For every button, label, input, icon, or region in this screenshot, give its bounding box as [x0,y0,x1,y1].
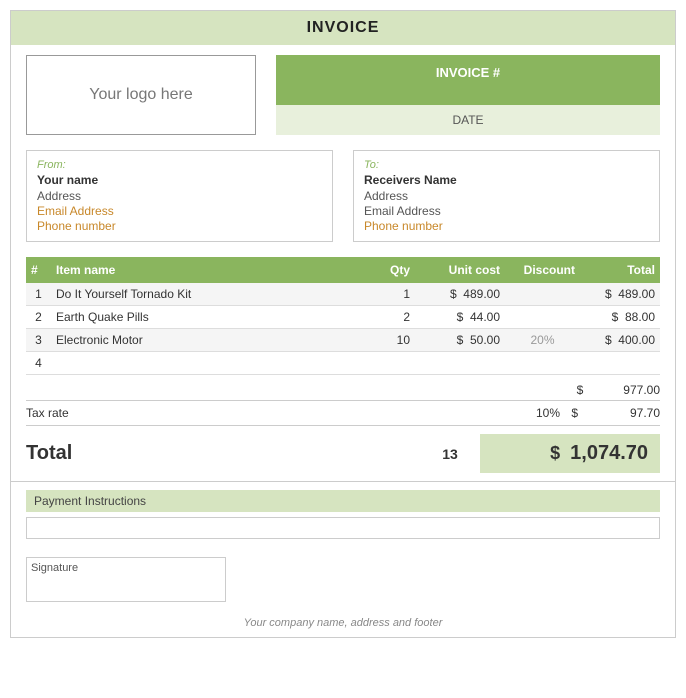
payment-section: Payment Instructions [11,482,675,552]
invoice-title: INVOICE [307,19,380,36]
footer-text: Your company name, address and footer [244,617,443,629]
row-num: 2 [26,306,51,329]
col-header-hash: # [26,257,51,283]
payment-input[interactable] [26,517,660,539]
row-qty: 2 [365,306,415,329]
subtotal-dollar: $ [577,383,584,397]
row-discount: 20% [505,329,580,352]
payment-label: Payment Instructions [26,490,660,512]
col-header-item: Item name [51,257,365,283]
col-header-qty: Qty [365,257,415,283]
total-section: Total 13 $ 1,074.70 [11,426,675,482]
row-unit [415,352,505,375]
logo-box: Your logo here [26,55,256,135]
row-num: 4 [26,352,51,375]
tax-row: Tax rate 10% $ 97.70 [11,401,675,425]
to-address-box: To: Receivers Name Address Email Address… [353,150,660,242]
total-label: Total [26,442,420,465]
address-section: From: Your name Address Email Address Ph… [11,145,675,252]
row-discount [505,283,580,306]
row-item [51,352,365,375]
row-qty: 10 [365,329,415,352]
subtotal-value: 977.00 [590,383,660,397]
tax-dollar: $ [560,406,580,420]
col-header-total: Total [580,257,660,283]
from-address: Address [37,189,322,203]
row-unit: $ 44.00 [415,306,505,329]
row-qty: 1 [365,283,415,306]
invoice-date-label: DATE [452,113,483,127]
tax-label: Tax rate [26,406,500,420]
table-row: 2 Earth Quake Pills 2 $ 44.00 $ 88.00 [26,306,660,329]
table-row: 3 Electronic Motor 10 $ 50.00 20% $ 400.… [26,329,660,352]
invoice-date-row: DATE [276,105,660,135]
tax-rate: 10% [500,406,560,420]
to-name: Receivers Name [364,173,649,187]
page-footer: Your company name, address and footer [11,607,675,637]
invoice-info-box: INVOICE # DATE [276,55,660,135]
to-email: Email Address [364,204,649,218]
row-item: Earth Quake Pills [51,306,365,329]
to-address: Address [364,189,649,203]
logo-text: Your logo here [89,86,193,104]
invoice-number-row: INVOICE # [276,55,660,105]
to-label: To: [364,159,649,171]
table-header-row: # Item name Qty Unit cost Discount Total [26,257,660,283]
signature-section: Signature [11,552,675,607]
row-item: Do It Yourself Tornado Kit [51,283,365,306]
row-num: 3 [26,329,51,352]
row-unit: $ 50.00 [415,329,505,352]
row-total [580,352,660,375]
signature-label: Signature [31,562,78,574]
invoice-page: INVOICE Your logo here INVOICE # DATE Fr… [10,10,676,638]
row-num: 1 [26,283,51,306]
total-qty: 13 [420,446,480,462]
table-row: 4 [26,352,660,375]
table-row: 1 Do It Yourself Tornado Kit 1 $ 489.00 … [26,283,660,306]
row-qty [365,352,415,375]
items-table: # Item name Qty Unit cost Discount Total… [26,257,660,375]
total-dollar: $ [550,443,560,464]
row-discount [505,352,580,375]
row-item: Electronic Motor [51,329,365,352]
total-value: 1,074.70 [570,442,648,465]
col-header-discount: Discount [505,257,580,283]
from-name: Your name [37,173,322,187]
invoice-number-label: INVOICE # [436,65,500,80]
total-amount-box: $ 1,074.70 [480,434,660,473]
row-total: $ 400.00 [580,329,660,352]
invoice-header: INVOICE [11,11,675,45]
from-label: From: [37,159,322,171]
col-header-unit: Unit cost [415,257,505,283]
row-total: $ 489.00 [580,283,660,306]
from-email: Email Address [37,204,322,218]
items-section: # Item name Qty Unit cost Discount Total… [11,252,675,380]
subtotal-area: $ 977.00 [11,380,675,400]
row-discount [505,306,580,329]
signature-box: Signature [26,557,226,602]
top-section: Your logo here INVOICE # DATE [11,45,675,145]
from-address-box: From: Your name Address Email Address Ph… [26,150,333,242]
to-phone: Phone number [364,219,649,233]
row-total: $ 88.00 [580,306,660,329]
from-phone: Phone number [37,219,322,233]
row-unit: $ 489.00 [415,283,505,306]
tax-amount: 97.70 [580,406,660,420]
